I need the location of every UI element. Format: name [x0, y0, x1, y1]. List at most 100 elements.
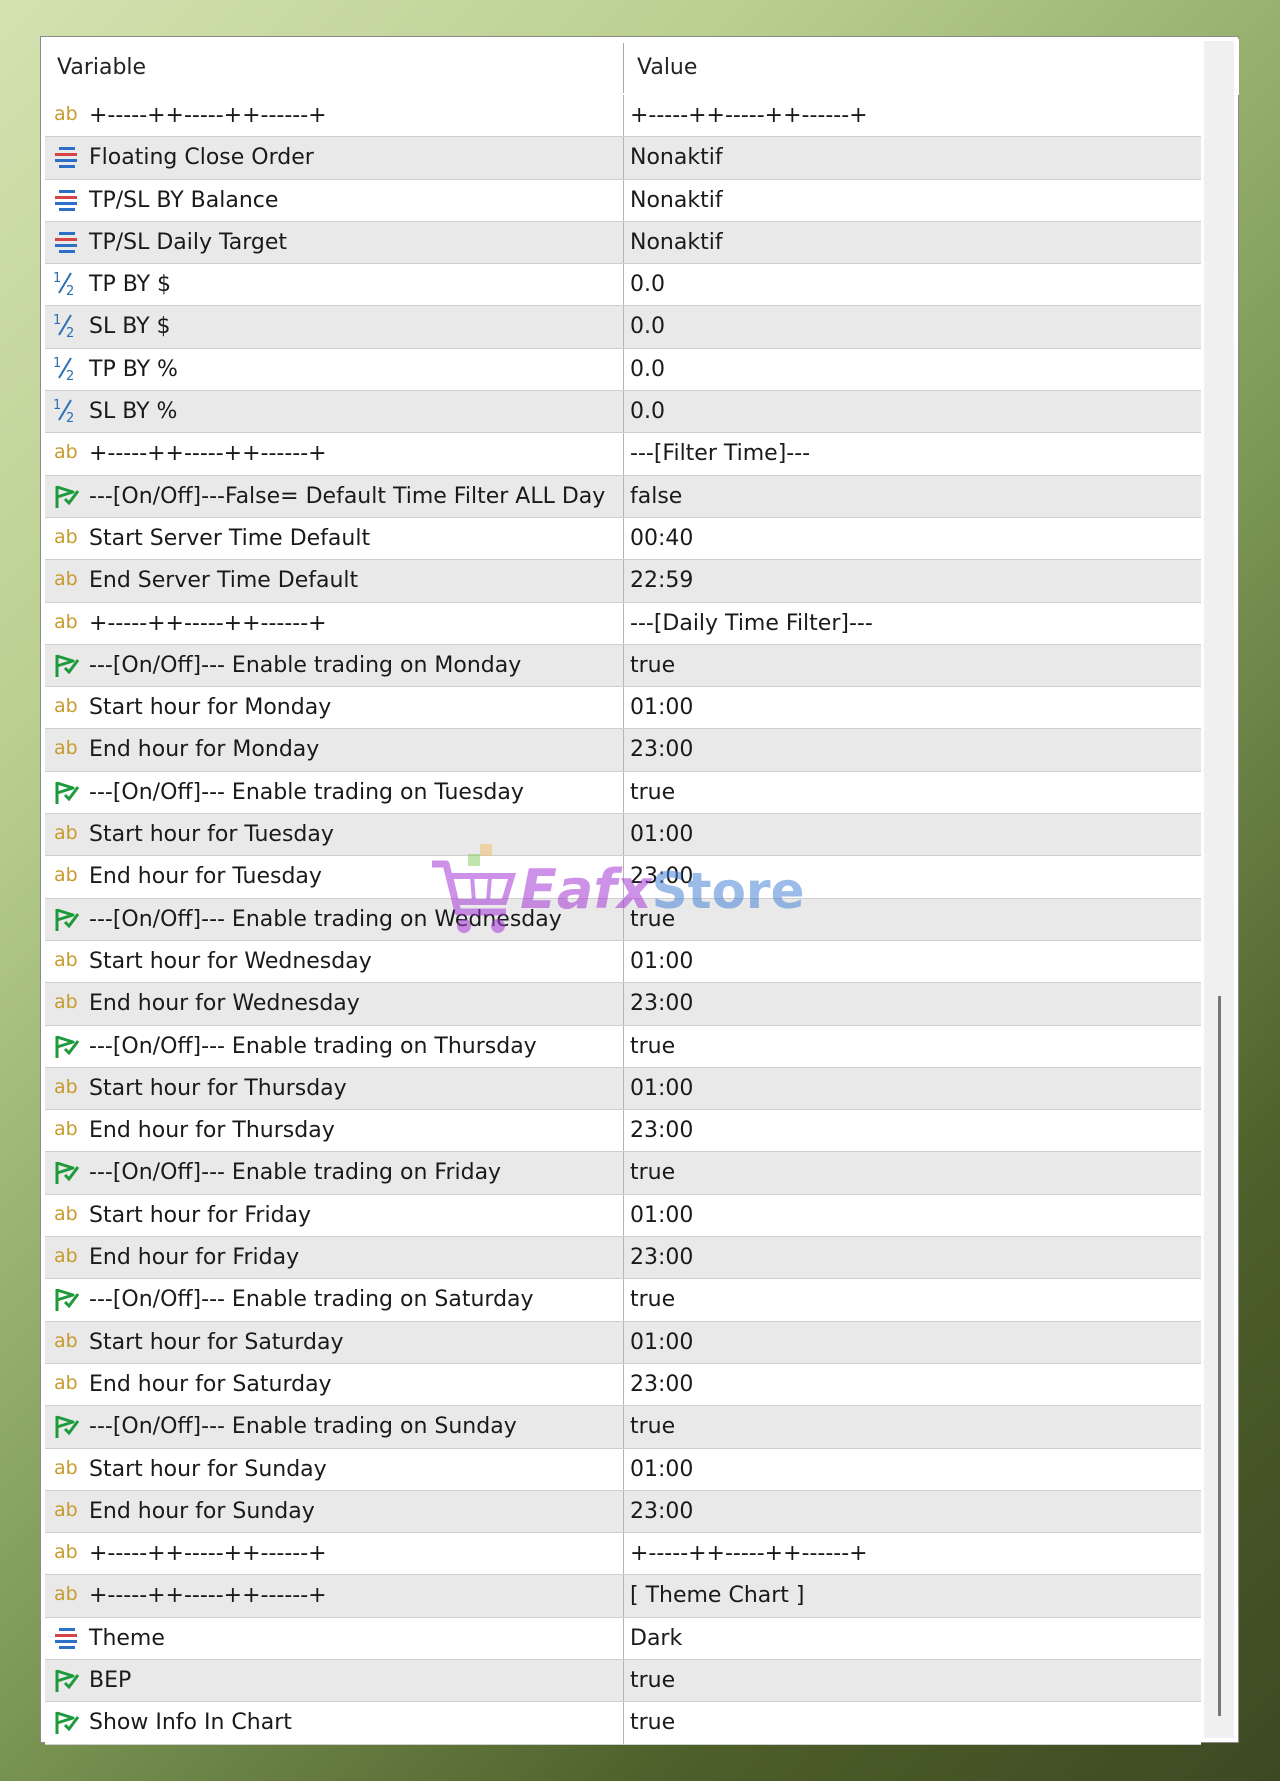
- variable-cell[interactable]: BEP: [45, 1660, 621, 1701]
- column-divider[interactable]: [623, 43, 624, 93]
- value-cell[interactable]: 23:00: [623, 983, 1202, 1025]
- table-row[interactable]: ab End hour for Friday 23:00: [45, 1237, 1202, 1280]
- value-cell[interactable]: 0.0: [623, 348, 1202, 391]
- table-row[interactable]: Theme Dark: [45, 1617, 1202, 1660]
- value-cell[interactable]: 23:00: [623, 1110, 1202, 1152]
- variable-cell[interactable]: ab Start hour for Wednesday: [45, 941, 621, 982]
- variable-column-header[interactable]: Variable: [57, 55, 146, 80]
- variable-cell[interactable]: ---[On/Off]--- Enable trading on Saturda…: [45, 1279, 621, 1320]
- variable-cell[interactable]: ab End hour for Saturday: [45, 1364, 621, 1405]
- table-row[interactable]: ab End Server Time Default 22:59: [45, 560, 1201, 603]
- variable-cell[interactable]: 1 2 SL BY $: [45, 306, 621, 347]
- variable-cell[interactable]: ---[On/Off]--- Enable trading on Tuesday: [45, 772, 621, 813]
- variable-cell[interactable]: ab Start hour for Saturday: [45, 1322, 621, 1363]
- table-row[interactable]: ab Start hour for Monday 01:00: [45, 687, 1202, 730]
- table-row[interactable]: ab End hour for Monday 23:00: [45, 729, 1202, 772]
- variable-cell[interactable]: ab Start hour for Thursday: [45, 1068, 621, 1109]
- table-row[interactable]: ab +-----++-----++------+ ---[Filter Time]…: [45, 433, 1202, 476]
- variable-cell[interactable]: ---[On/Off]--- Enable trading on Sunday: [45, 1406, 621, 1447]
- value-cell[interactable]: true: [623, 898, 1202, 940]
- variable-cell[interactable]: ab Start hour for Monday: [45, 687, 621, 728]
- table-row[interactable]: ab End hour for Thursday 23:00: [45, 1110, 1202, 1153]
- variable-cell[interactable]: ab Start hour for Sunday: [45, 1449, 621, 1490]
- value-cell[interactable]: 01:00: [623, 1321, 1202, 1363]
- value-cell[interactable]: false: [623, 475, 1202, 517]
- value-cell[interactable]: 0.0: [623, 264, 1202, 306]
- table-row[interactable]: ab Start hour for Friday 01:00: [45, 1194, 1202, 1238]
- variable-cell[interactable]: ---[On/Off]--- Enable trading on Wednesd…: [45, 899, 621, 940]
- variable-cell[interactable]: ab +-----++-----++------+: [45, 95, 621, 136]
- vertical-scrollbar[interactable]: [1204, 41, 1234, 1738]
- table-row[interactable]: ---[On/Off]--- Enable trading on Thursda…: [45, 1025, 1202, 1068]
- value-cell[interactable]: ---[Filter Time]---: [623, 433, 1202, 475]
- value-cell[interactable]: true: [623, 644, 1202, 687]
- value-cell[interactable]: +-----++-----++------+: [623, 95, 1202, 137]
- value-cell[interactable]: [ Theme Chart ]: [623, 1575, 1202, 1617]
- value-cell[interactable]: 23:00: [623, 1490, 1202, 1533]
- value-cell[interactable]: true: [623, 1152, 1202, 1194]
- table-row[interactable]: 1 2 TP BY $ 0.0: [45, 264, 1202, 307]
- table-row[interactable]: ab Start hour for Saturday 01:00: [45, 1321, 1202, 1364]
- scrollbar-thumb[interactable]: [1218, 996, 1221, 1716]
- table-row[interactable]: BEP true: [45, 1659, 1202, 1703]
- table-row[interactable]: ab End hour for Sunday 23:00: [45, 1490, 1202, 1534]
- variable-cell[interactable]: ab +-----++-----++------+: [45, 433, 621, 474]
- variable-cell[interactable]: ---[On/Off]--- Enable trading on Thursda…: [45, 1026, 621, 1067]
- variable-cell[interactable]: ---[On/Off]--- Enable trading on Friday: [45, 1152, 621, 1193]
- value-cell[interactable]: Dark: [623, 1617, 1202, 1659]
- table-row[interactable]: ---[On/Off]--- Enable trading on Friday t…: [45, 1152, 1202, 1195]
- value-cell[interactable]: 01:00: [623, 1067, 1202, 1110]
- variable-cell[interactable]: ---[On/Off]---False= Default Time Filter…: [45, 476, 621, 517]
- table-row[interactable]: Floating Close Order Nonaktif: [45, 137, 1202, 180]
- value-cell[interactable]: true: [623, 771, 1202, 814]
- value-cell[interactable]: 0.0: [623, 306, 1202, 348]
- table-row[interactable]: ---[On/Off]--- Enable trading on Monday t…: [45, 644, 1202, 688]
- table-row[interactable]: ab Start hour for Wednesday 01:00: [45, 940, 1201, 984]
- value-cell[interactable]: true: [623, 1025, 1202, 1067]
- variable-cell[interactable]: TP/SL Daily Target: [45, 222, 621, 263]
- table-row[interactable]: ---[On/Off]--- Enable trading on Sunday t…: [45, 1406, 1202, 1449]
- table-row[interactable]: ab Start Server Time Default 00:40: [45, 517, 1201, 561]
- table-row[interactable]: ---[On/Off]--- Enable trading on Tuesday…: [45, 771, 1202, 815]
- value-cell[interactable]: ---[Daily Time Filter]---: [623, 602, 1202, 644]
- variable-cell[interactable]: ab End hour for Wednesday: [45, 983, 621, 1024]
- value-cell[interactable]: 01:00: [623, 814, 1202, 856]
- value-cell[interactable]: 23:00: [623, 1237, 1202, 1279]
- variable-cell[interactable]: ab End hour for Tuesday: [45, 856, 621, 897]
- table-row[interactable]: ab Start hour for Thursday 01:00: [45, 1067, 1202, 1111]
- table-row[interactable]: ---[On/Off]--- Enable trading on Wednesd…: [45, 898, 1202, 941]
- variable-cell[interactable]: ab End hour for Thursday: [45, 1110, 621, 1151]
- variable-cell[interactable]: ab +-----++-----++------+: [45, 1533, 621, 1574]
- value-cell[interactable]: 01:00: [623, 1448, 1202, 1490]
- value-cell[interactable]: true: [623, 1279, 1202, 1321]
- table-row[interactable]: ab Start hour for Sunday 01:00: [45, 1448, 1202, 1491]
- value-cell[interactable]: true: [623, 1659, 1202, 1702]
- value-cell[interactable]: Nonaktif: [623, 137, 1202, 179]
- variable-cell[interactable]: 1 2 SL BY %: [45, 391, 621, 432]
- variable-cell[interactable]: ab Start Server Time Default: [45, 518, 621, 559]
- variable-cell[interactable]: ab End hour for Friday: [45, 1237, 621, 1278]
- value-cell[interactable]: Nonaktif: [623, 179, 1202, 221]
- variable-cell[interactable]: ab +-----++-----++------+: [45, 603, 621, 644]
- value-cell[interactable]: 01:00: [623, 1194, 1202, 1237]
- table-row[interactable]: ab End hour for Saturday 23:00: [45, 1363, 1202, 1407]
- variable-cell[interactable]: ---[On/Off]--- Enable trading on Monday: [45, 645, 621, 686]
- table-row[interactable]: TP/SL BY Balance Nonaktif: [45, 179, 1202, 222]
- table-row[interactable]: ab +-----++-----++------+ [ Theme Chart ]: [45, 1575, 1202, 1618]
- value-column-header[interactable]: Value: [637, 55, 697, 80]
- value-cell[interactable]: 0.0: [623, 391, 1202, 433]
- value-cell[interactable]: 23:00: [623, 1363, 1202, 1406]
- variable-cell[interactable]: ab Start hour for Tuesday: [45, 814, 621, 855]
- table-row[interactable]: ab End hour for Tuesday 23:00: [45, 856, 1201, 899]
- table-row[interactable]: Show Info In Chart true: [45, 1702, 1202, 1745]
- table-row[interactable]: ab +-----++-----++------+ +-----++-----++-…: [45, 95, 1202, 138]
- value-cell[interactable]: 01:00: [623, 687, 1202, 729]
- value-cell[interactable]: Nonaktif: [623, 221, 1202, 264]
- table-row[interactable]: 1 2 SL BY $ 0.0: [45, 306, 1202, 349]
- value-cell[interactable]: 23:00: [623, 729, 1202, 771]
- variable-cell[interactable]: Show Info In Chart: [45, 1702, 621, 1743]
- variable-cell[interactable]: 1 2 TP BY %: [45, 349, 621, 390]
- table-row[interactable]: ab Start hour for Tuesday 01:00: [45, 814, 1202, 857]
- value-cell[interactable]: true: [623, 1406, 1202, 1448]
- value-cell[interactable]: true: [623, 1702, 1202, 1744]
